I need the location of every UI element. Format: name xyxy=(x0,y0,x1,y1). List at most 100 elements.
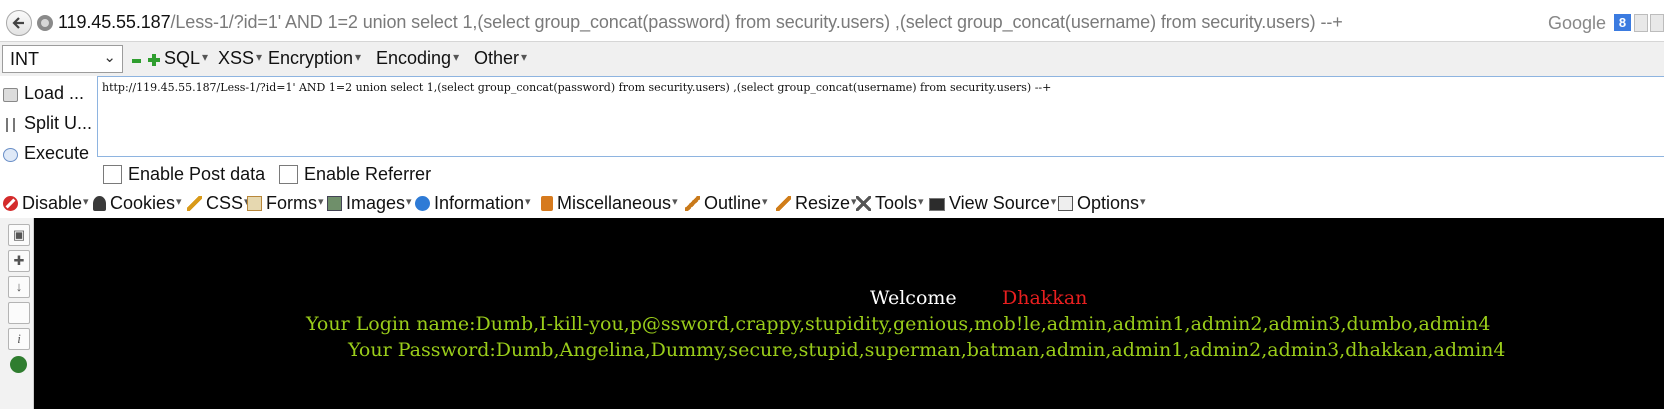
caret-icon: ▾ xyxy=(176,196,182,208)
caret-icon: ▾ xyxy=(453,50,460,64)
increase-icon[interactable] xyxy=(148,54,160,66)
chevron-down-icon: ⌄ xyxy=(103,49,116,66)
checkbox-box[interactable] xyxy=(279,165,298,184)
caret-icon: ▾ xyxy=(83,196,89,208)
split-url-icon xyxy=(6,118,15,132)
url-path: /Less-1/?id=1' AND 1=2 union select 1,(s… xyxy=(170,12,1343,32)
images-icon xyxy=(327,196,342,211)
toolbar-images-label: Images xyxy=(346,193,406,213)
toolbar-forms[interactable]: Forms▾ xyxy=(247,193,324,214)
view-source-icon xyxy=(929,198,945,211)
menu-other[interactable]: Other ▾ xyxy=(474,48,527,69)
toolbar-options[interactable]: Options▾ xyxy=(1058,193,1146,214)
info-icon[interactable]: i xyxy=(8,328,30,350)
scroll-right-button[interactable] xyxy=(1650,14,1664,32)
caret-icon: ▾ xyxy=(256,50,263,64)
toolbar-disable-label: Disable xyxy=(22,193,83,213)
enable-post-label: Enable Post data xyxy=(128,164,266,184)
frame-icon[interactable]: ▣ xyxy=(8,224,30,246)
site-identity-icon[interactable] xyxy=(37,15,53,31)
split-url-label: Split U... xyxy=(24,113,93,133)
menu-sql[interactable]: SQL ▾ xyxy=(164,48,208,69)
checkbox-box[interactable] xyxy=(103,165,122,184)
toolbar-miscellaneous-label: Miscellaneous xyxy=(557,193,672,213)
menu-encoding[interactable]: Encoding ▾ xyxy=(376,48,459,69)
scroll-left-button[interactable] xyxy=(1634,14,1648,32)
load-url-icon xyxy=(3,88,18,102)
menu-encryption[interactable]: Encryption ▾ xyxy=(268,48,361,69)
toolbar-css[interactable]: CSS▾ xyxy=(187,193,250,214)
caret-icon: ▾ xyxy=(406,196,412,208)
caret-icon: ▾ xyxy=(355,50,362,64)
toolbar-tools-label: Tools xyxy=(875,193,918,213)
search-engine-icon[interactable]: 8 xyxy=(1614,14,1631,31)
toolbar-images[interactable]: Images▾ xyxy=(327,193,412,214)
toolbar-information-label: Information xyxy=(434,193,525,213)
type-select[interactable]: INT ⌄ xyxy=(2,45,123,73)
menu-xss-label: XSS xyxy=(218,48,255,68)
download-icon[interactable]: ↓ xyxy=(8,276,30,298)
caret-icon: ▾ xyxy=(1050,196,1057,208)
address-bar: 119.45.55.187/Less-1/?id=1' AND 1=2 unio… xyxy=(0,0,1664,42)
caret-icon: ▾ xyxy=(525,196,531,208)
caret-icon: ▾ xyxy=(672,196,678,208)
blank-button[interactable] xyxy=(8,302,30,324)
type-select-value: INT xyxy=(10,49,39,69)
toolbar-view-source-label: View Source xyxy=(949,193,1050,213)
enable-referrer-label: Enable Referrer xyxy=(304,164,432,184)
toolbar-resize-label: Resize xyxy=(795,193,851,213)
miscellaneous-icon xyxy=(541,196,553,211)
css-pencil-icon xyxy=(187,196,202,211)
menu-xss[interactable]: XSS ▾ xyxy=(218,48,262,69)
back-button[interactable] xyxy=(6,10,32,36)
toolbar-view-source[interactable]: View Source▾ xyxy=(929,193,1056,214)
toolbar-outline-label: Outline xyxy=(704,193,762,213)
toolbar-css-label: CSS xyxy=(206,193,244,213)
menu-sql-label: SQL xyxy=(164,48,201,68)
menu-encryption-label: Encryption xyxy=(268,48,354,68)
toolbar-cookies[interactable]: Cookies▾ xyxy=(93,193,182,214)
decrease-icon[interactable] xyxy=(132,59,141,63)
url-input[interactable]: 119.45.55.187/Less-1/?id=1' AND 1=2 unio… xyxy=(58,12,1343,33)
caret-icon: ▾ xyxy=(918,196,924,208)
disable-icon xyxy=(3,196,18,211)
query-textarea[interactable]: http://119.45.55.187/Less-1/?id=1' AND 1… xyxy=(97,76,1664,157)
cookies-icon xyxy=(93,196,106,211)
options-icon xyxy=(1058,196,1073,211)
caret-icon: ▾ xyxy=(521,50,528,64)
resize-pencil-icon xyxy=(776,196,791,211)
toolbar-outline[interactable]: Outline▾ xyxy=(685,193,768,214)
welcome-text: Welcome xyxy=(870,287,957,309)
toolbar-resize[interactable]: Resize▾ xyxy=(776,193,857,214)
webdev-toolbar: Disable▾ Cookies▾ CSS▾ Forms▾ Images▾ In… xyxy=(0,190,1664,218)
caret-icon: ▾ xyxy=(202,50,209,64)
caret-icon: ▾ xyxy=(1140,196,1146,208)
tools-icon xyxy=(856,196,871,211)
user-name: Dhakkan xyxy=(1002,287,1088,309)
hackbar-toolbar: INT ⌄ SQL ▾ XSS ▾ Encryption ▾ Encoding ▾ Ot… xyxy=(0,42,1664,76)
load-url-label: Load ... xyxy=(24,83,85,103)
caret-icon: ▾ xyxy=(762,196,768,208)
status-icon[interactable] xyxy=(10,356,27,373)
query-text: http://119.45.55.187/Less-1/?id=1' AND 1… xyxy=(102,81,1052,94)
caret-icon: ▾ xyxy=(318,196,324,208)
side-toolbar: ▣ ✚ ↓ i xyxy=(0,218,34,409)
back-arrow-icon xyxy=(12,17,24,29)
toolbar-forms-label: Forms xyxy=(266,193,317,213)
toolbar-information[interactable]: Information▾ xyxy=(415,193,531,214)
toolbar-cookies-label: Cookies xyxy=(110,193,176,213)
login-name-result: Your Login name:Dumb,I-kill-you,p@ssword… xyxy=(306,313,1491,335)
outline-pencil-icon xyxy=(685,196,700,211)
toolbar-tools[interactable]: Tools▾ xyxy=(856,193,924,214)
execute-icon xyxy=(3,148,18,162)
information-icon xyxy=(415,196,430,211)
puzzle-icon[interactable]: ✚ xyxy=(8,250,30,272)
toolbar-miscellaneous[interactable]: Miscellaneous▾ xyxy=(541,193,678,214)
password-result: Your Password:Dumb,Angelina,Dummy,secure… xyxy=(348,339,1506,361)
menu-encoding-label: Encoding xyxy=(376,48,452,68)
menu-other-label: Other xyxy=(474,48,520,68)
search-engine-label[interactable]: Google xyxy=(1548,13,1606,34)
toolbar-options-label: Options xyxy=(1077,193,1140,213)
toolbar-disable[interactable]: Disable▾ xyxy=(3,193,89,214)
url-host: 119.45.55.187 xyxy=(58,12,171,32)
